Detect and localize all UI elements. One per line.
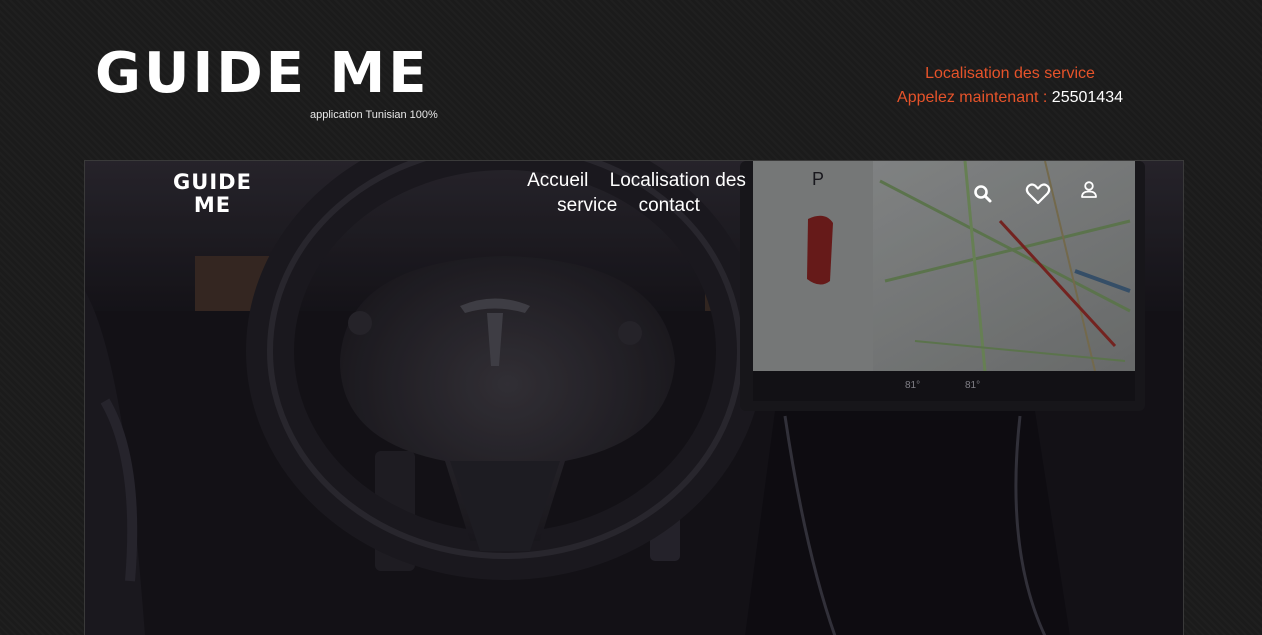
nav-link-accueil[interactable]: Accueil: [527, 170, 588, 191]
hero-section: 81° 81° P GUIDE ME Accueil Localisation …: [84, 160, 1184, 635]
search-icon[interactable]: [973, 184, 993, 204]
nav-menu: Accueil Localisation des service contact: [505, 168, 760, 218]
contact-block: Localisation des service Appelez mainten…: [880, 62, 1140, 110]
call-now-label: Appelez maintenant :: [897, 89, 1048, 106]
brand-tagline: application Tunisian 100%: [310, 109, 438, 121]
nav-icons: [973, 179, 1103, 209]
contact-phone-line: Appelez maintenant : 25501434: [880, 86, 1140, 110]
phone-number[interactable]: 25501434: [1052, 89, 1123, 106]
hero-dark-overlay: [85, 161, 1183, 635]
nav-link-contact[interactable]: contact: [639, 195, 700, 216]
heart-icon[interactable]: [1025, 182, 1051, 206]
contact-service-link[interactable]: Localisation des service: [880, 62, 1140, 86]
brand-block: GUIDE ME application Tunisian 100%: [95, 44, 445, 128]
brand-title: GUIDE ME: [95, 41, 430, 106]
user-icon[interactable]: [1080, 180, 1098, 200]
nav-logo[interactable]: GUIDE ME: [170, 171, 255, 217]
nav-logo-line2: ME: [193, 193, 232, 217]
nav-logo-line1: GUIDE: [173, 170, 252, 194]
